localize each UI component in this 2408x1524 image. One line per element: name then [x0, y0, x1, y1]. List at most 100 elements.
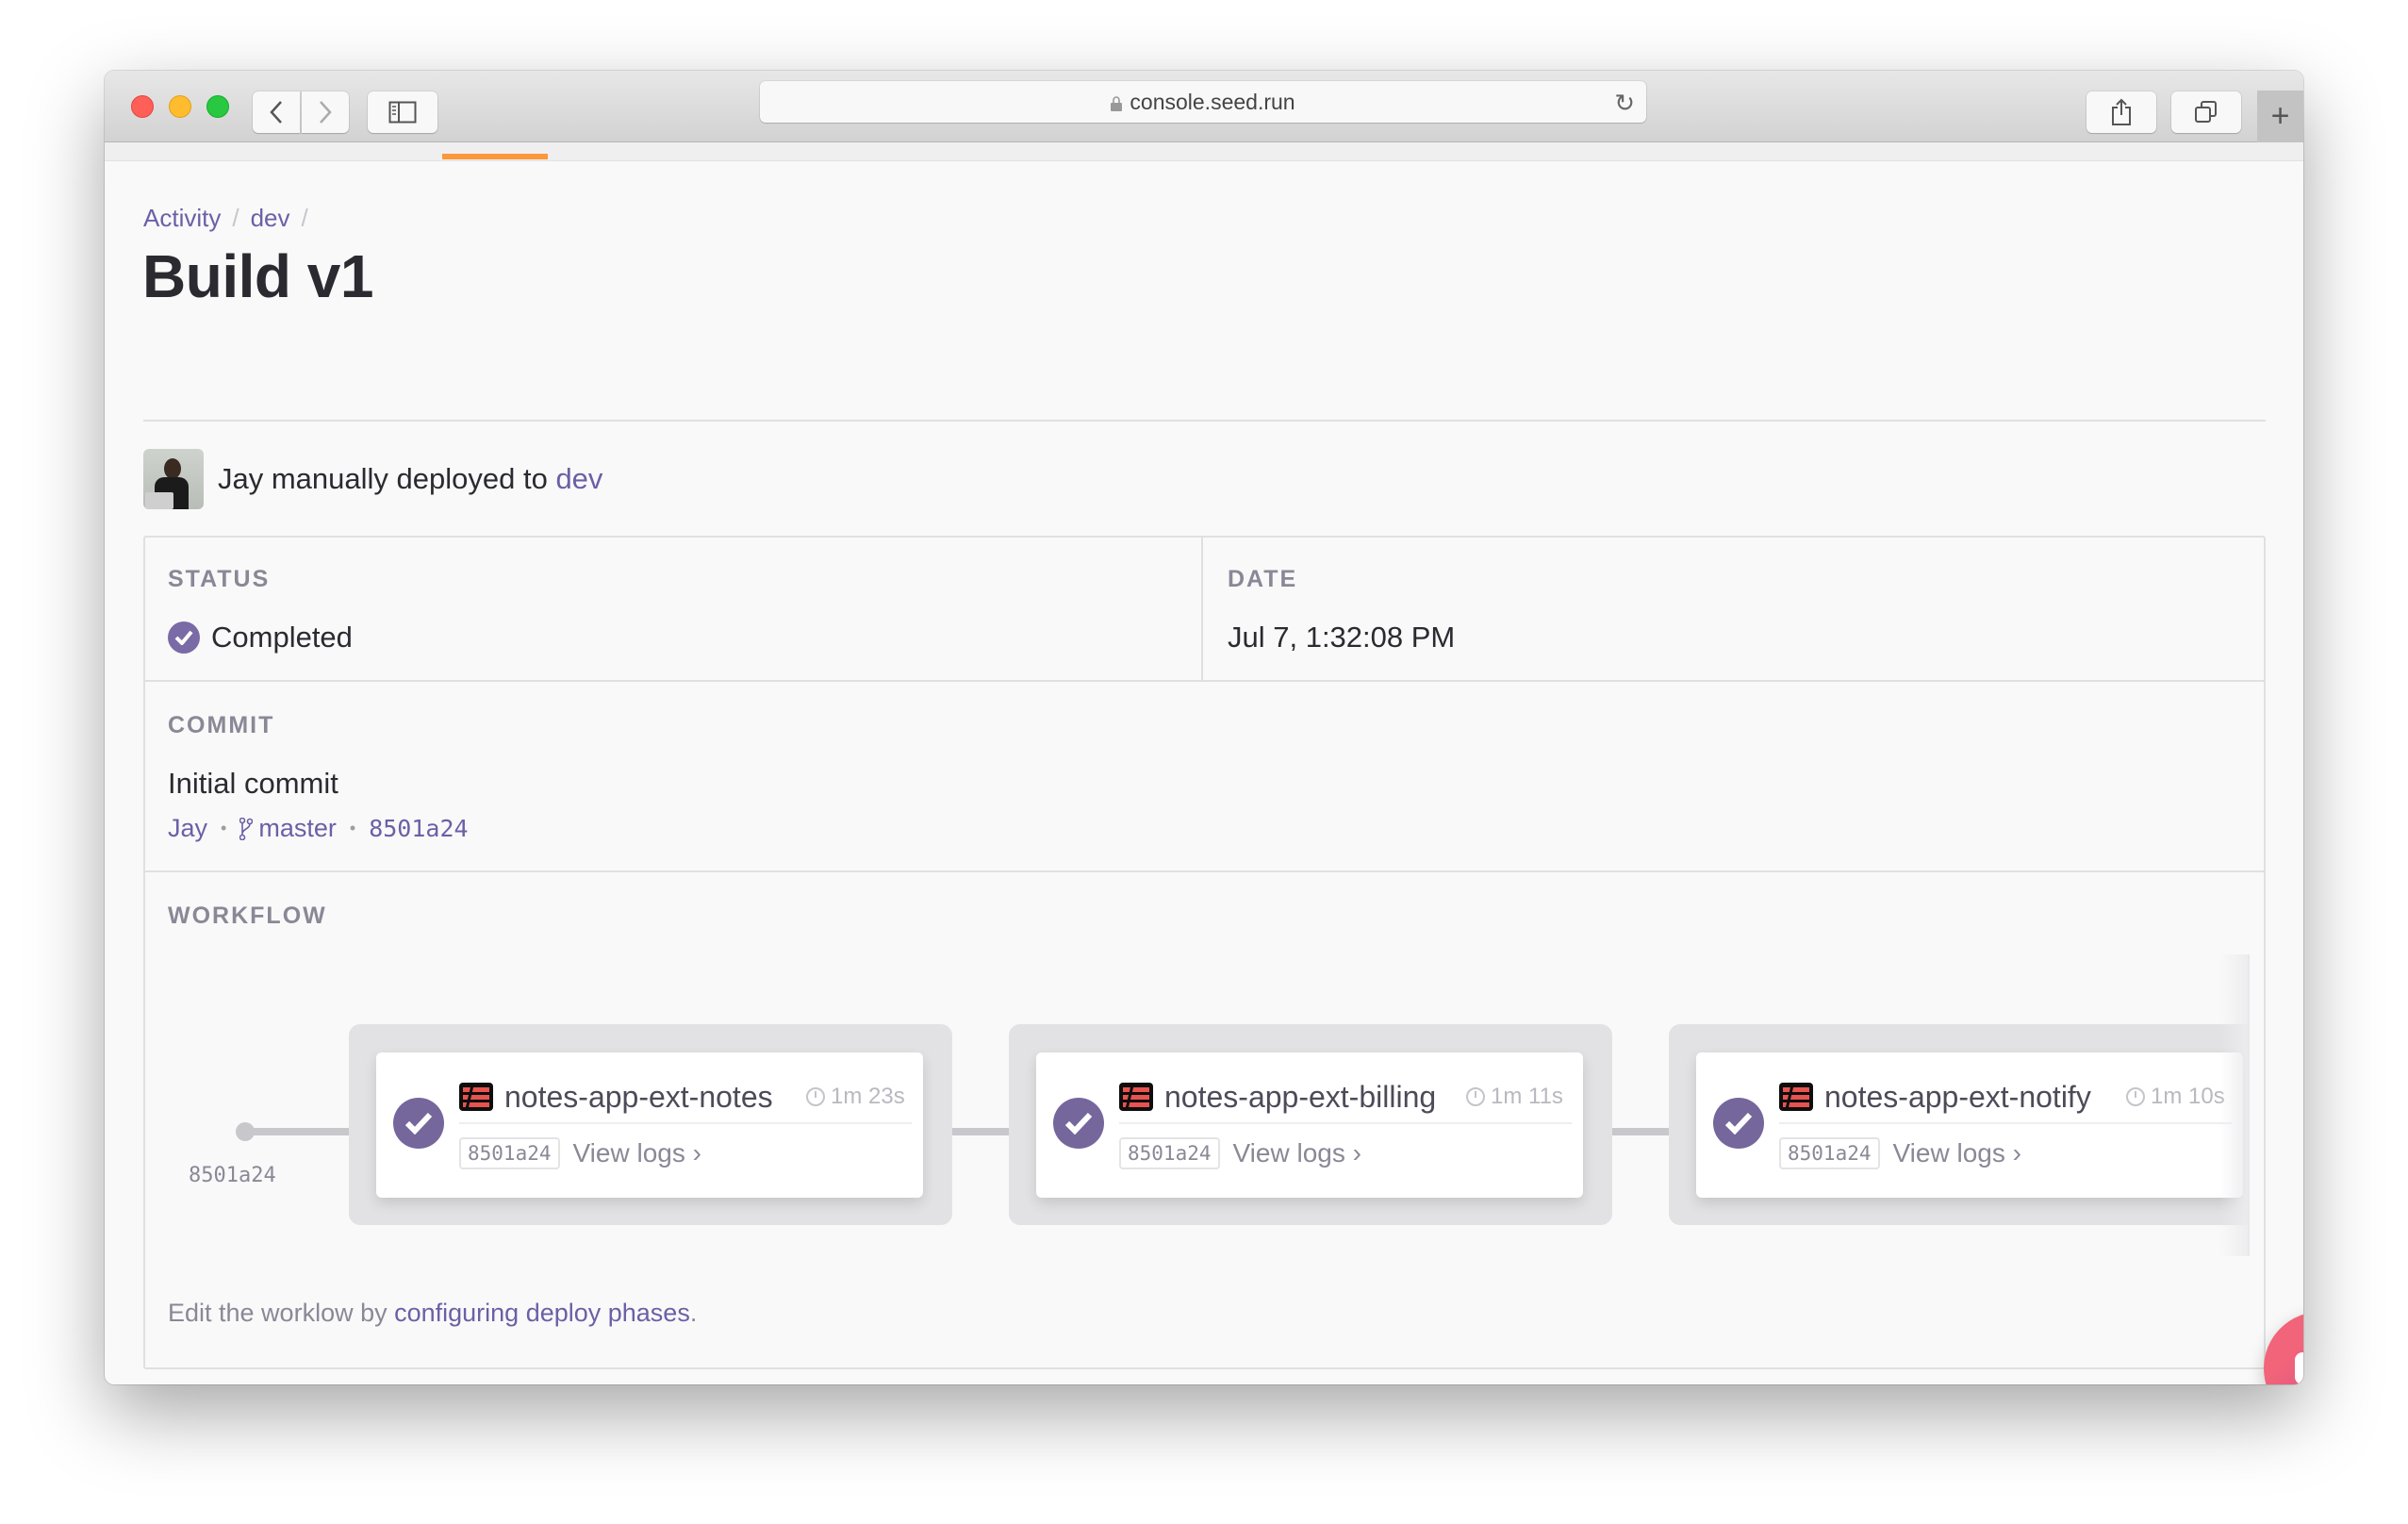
commit-sha-link[interactable]: 8501a24	[369, 815, 468, 842]
breadcrumb-dev[interactable]: dev	[251, 204, 290, 233]
git-branch-icon	[239, 817, 254, 840]
date-cell: DATE Jul 7, 1:32:08 PM	[1205, 538, 2264, 680]
tab-strip	[105, 142, 2303, 161]
close-window-button[interactable]	[131, 95, 154, 118]
view-logs-label: View logs	[1232, 1138, 1345, 1168]
service-card[interactable]: notes-app-ext-notes 1m 23s 8501a24 View …	[376, 1052, 923, 1198]
status-cell: STATUS Completed	[145, 538, 1203, 680]
address-bar[interactable]: console.seed.run ↻	[760, 81, 1646, 123]
deploy-summary: Jay manually deployed to dev	[143, 449, 602, 509]
sidebar-icon	[388, 101, 417, 124]
chevron-right-icon: ›	[1352, 1138, 1361, 1168]
separator-dot: •	[349, 819, 356, 837]
chevron-right-icon: ›	[692, 1138, 701, 1168]
page-content: Activity / dev / Build v1 Jay manually d…	[105, 162, 2303, 1384]
commit-message: Initial commit	[168, 767, 338, 800]
commit-sha-badge: 8501a24	[1779, 1137, 1880, 1169]
chevron-right-icon: ›	[2012, 1138, 2021, 1168]
build-details-panel: STATUS Completed DATE Jul 7, 1:32:08 PM …	[143, 536, 2266, 1369]
back-button[interactable]	[253, 91, 300, 133]
status-text: Completed	[211, 621, 353, 654]
commit-sha-badge: 8501a24	[459, 1137, 560, 1169]
commit-author-link[interactable]: Jay	[168, 814, 207, 843]
minimize-window-button[interactable]	[169, 95, 191, 118]
scroll-fade	[2219, 954, 2250, 1256]
workflow-connector	[245, 1128, 349, 1135]
build-duration: 1m 11s	[1466, 1084, 1563, 1110]
chevron-left-icon	[270, 101, 282, 124]
serverless-service-icon	[1119, 1083, 1153, 1111]
show-tabs-button[interactable]	[2171, 91, 2241, 133]
service-name: notes-app-ext-notify	[1824, 1079, 2091, 1114]
check-circle-icon	[393, 1098, 444, 1149]
avatar	[143, 449, 204, 509]
breadcrumb-separator: /	[301, 204, 308, 232]
clock-icon	[1466, 1087, 1485, 1106]
commit-branch-link[interactable]: master	[258, 814, 337, 843]
reload-icon[interactable]: ↻	[1614, 89, 1635, 118]
sidebar-toggle-button[interactable]	[368, 91, 437, 133]
deploy-description: Jay manually deployed to	[218, 462, 556, 495]
workflow-label: WORKFLOW	[168, 903, 327, 929]
serverless-service-icon	[1779, 1083, 1813, 1111]
forward-button[interactable]	[302, 91, 349, 133]
commit-row: COMMIT Initial commit Jay • master • 850…	[145, 684, 2264, 872]
share-button[interactable]	[2086, 91, 2156, 133]
browser-window: console.seed.run ↻ + Activity / dev / Bu…	[105, 71, 2303, 1384]
browser-toolbar: console.seed.run ↻ +	[105, 71, 2303, 142]
workflow-stage: notes-app-ext-notify 1m 10s 8501a24 View…	[1669, 1024, 2250, 1225]
duration-text: 1m 10s	[2151, 1084, 2225, 1109]
service-card[interactable]: notes-app-ext-billing 1m 11s 8501a24 Vie…	[1036, 1052, 1583, 1198]
chat-bubble-icon	[2295, 1352, 2303, 1384]
zoom-window-button[interactable]	[206, 95, 229, 118]
workflow-diagram[interactable]: 8501a24 notes-app-ext-notes 1m 23s 8501a…	[145, 954, 2250, 1256]
loading-indicator	[442, 154, 548, 159]
divider	[143, 420, 2266, 422]
tabs-icon	[2195, 101, 2217, 123]
breadcrumb-separator: /	[232, 204, 239, 232]
new-tab-button[interactable]: +	[2257, 91, 2303, 142]
status-date-row: STATUS Completed DATE Jul 7, 1:32:08 PM	[145, 538, 2264, 682]
build-duration: 1m 23s	[806, 1084, 905, 1110]
clock-icon	[2126, 1087, 2145, 1106]
workflow-note: Edit the worklow by configuring deploy p…	[168, 1299, 697, 1328]
view-logs-label: View logs	[572, 1138, 685, 1168]
page-title: Build v1	[142, 242, 373, 310]
lock-icon	[1111, 96, 1123, 111]
view-logs-label: View logs	[1892, 1138, 2005, 1168]
workflow-note-suffix: .	[689, 1299, 698, 1327]
share-icon	[2112, 98, 2131, 125]
separator-dot: •	[221, 819, 227, 837]
commit-sha-badge: 8501a24	[1119, 1137, 1220, 1169]
view-logs-link[interactable]: View logs ›	[573, 1138, 701, 1168]
check-circle-icon	[168, 621, 200, 654]
breadcrumb-activity[interactable]: Activity	[143, 204, 221, 233]
commit-label: COMMIT	[168, 712, 275, 738]
service-name: notes-app-ext-billing	[1164, 1079, 1437, 1114]
date-label: DATE	[1228, 566, 1298, 592]
configure-deploy-phases-link[interactable]: configuring deploy phases	[394, 1299, 690, 1327]
workflow-row: WORKFLOW 8501a24 notes-app-ext-notes 1m …	[145, 874, 2264, 1367]
breadcrumb: Activity / dev /	[143, 204, 308, 233]
deploy-target-link[interactable]: dev	[555, 462, 602, 495]
url-text: console.seed.run	[1130, 89, 1295, 114]
workflow-stage: notes-app-ext-billing 1m 11s 8501a24 Vie…	[1009, 1024, 1612, 1225]
serverless-service-icon	[459, 1083, 493, 1111]
service-name: notes-app-ext-notes	[504, 1079, 773, 1114]
chevron-right-icon	[320, 101, 332, 124]
duration-text: 1m 11s	[1491, 1084, 1563, 1109]
workflow-note-text: Edit the worklow by	[168, 1299, 395, 1327]
build-duration: 1m 10s	[2126, 1084, 2225, 1110]
check-circle-icon	[1713, 1098, 1764, 1149]
clock-icon	[806, 1087, 825, 1106]
duration-text: 1m 23s	[831, 1084, 905, 1109]
workflow-connector	[1612, 1128, 1671, 1135]
status-label: STATUS	[168, 566, 271, 592]
deploy-text: Jay manually deployed to dev	[218, 462, 602, 496]
date-value: Jul 7, 1:32:08 PM	[1228, 621, 1456, 654]
check-circle-icon	[1053, 1098, 1104, 1149]
commit-meta: Jay • master • 8501a24	[168, 814, 469, 843]
service-card[interactable]: notes-app-ext-notify 1m 10s 8501a24 View…	[1696, 1052, 2243, 1198]
view-logs-link[interactable]: View logs ›	[1233, 1138, 1361, 1168]
view-logs-link[interactable]: View logs ›	[1893, 1138, 2021, 1168]
